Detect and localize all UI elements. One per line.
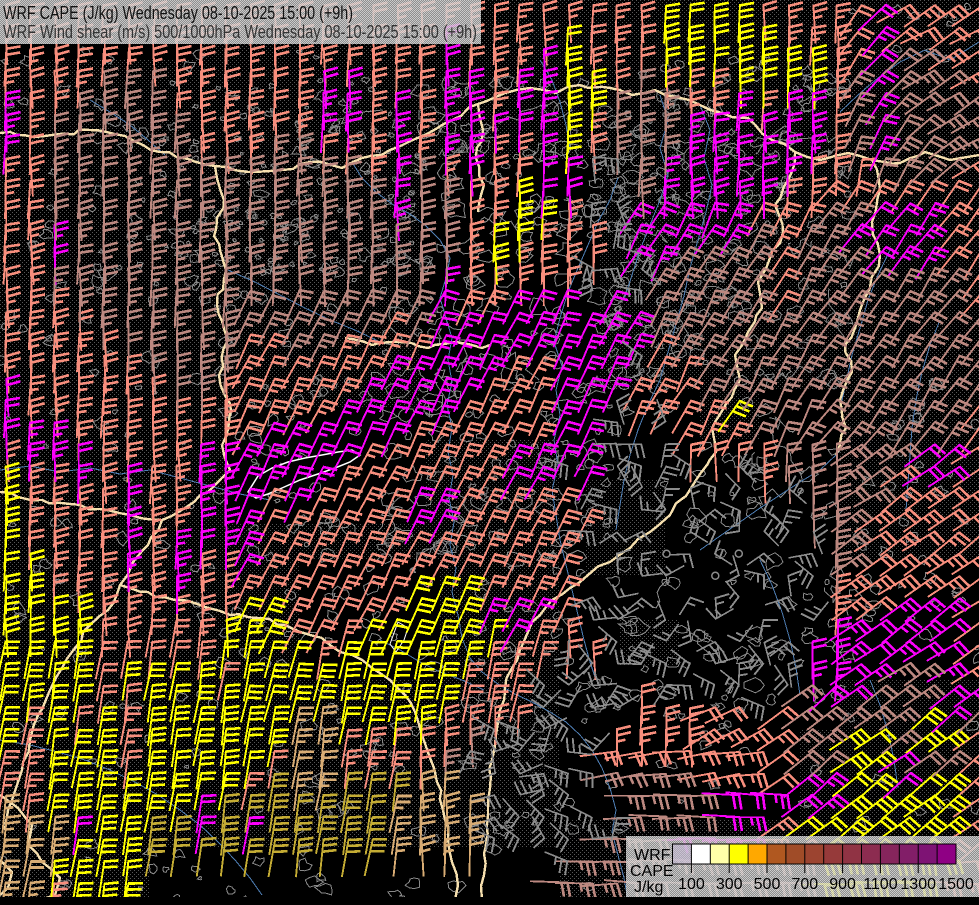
svg-text:900: 900 — [829, 876, 856, 893]
svg-text:WRF Wind shear (m/s) 500/1000h: WRF Wind shear (m/s) 500/1000hPa Wednesd… — [3, 21, 477, 42]
svg-text:300: 300 — [716, 876, 743, 893]
svg-text:J/kg: J/kg — [634, 879, 663, 896]
svg-text:1500: 1500 — [938, 876, 974, 893]
svg-text:1300: 1300 — [900, 876, 936, 893]
svg-text:700: 700 — [791, 876, 818, 893]
svg-text:CAPE: CAPE — [630, 863, 674, 880]
svg-text:500: 500 — [754, 876, 781, 893]
svg-text:1100: 1100 — [863, 876, 898, 893]
svg-text:WRF: WRF — [634, 847, 671, 864]
svg-text:WRF CAPE (J/kg) Wednesday 08-1: WRF CAPE (J/kg) Wednesday 08-10-2025 15:… — [3, 2, 353, 23]
svg-text:100: 100 — [678, 876, 705, 893]
